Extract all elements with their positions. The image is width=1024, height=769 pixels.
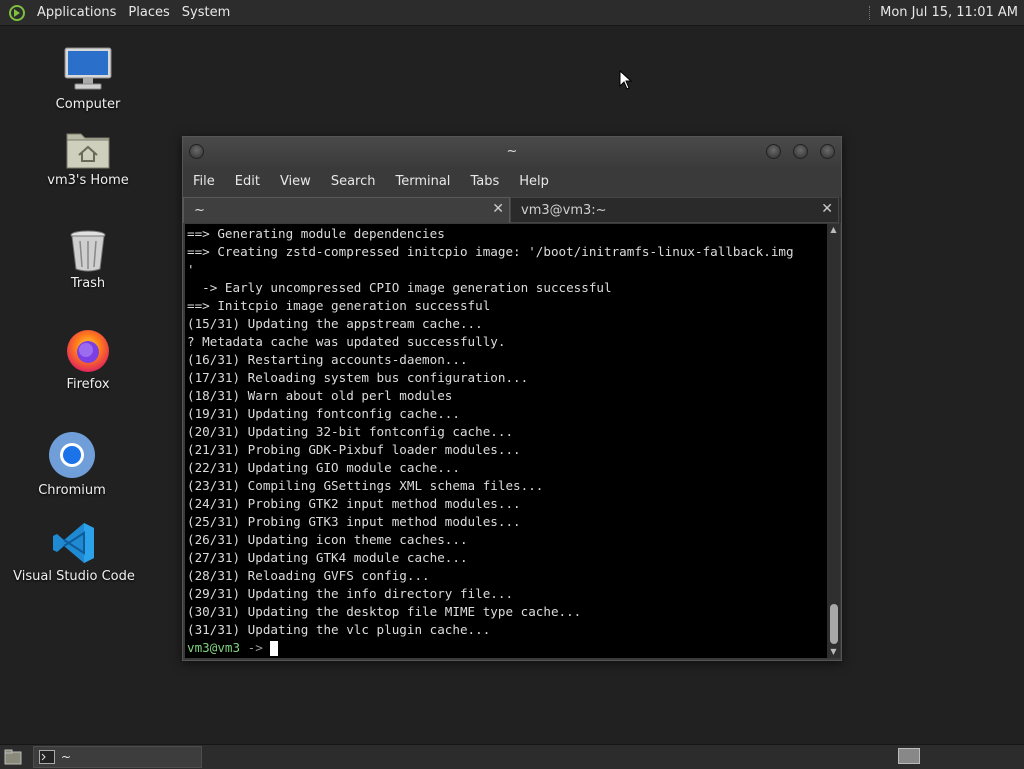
terminal-lines: ==> Generating module dependencies ==> Cr… [185,224,827,657]
distro-logo-icon[interactable] [9,4,25,21]
prompt-user: vm3@vm3 [187,640,241,655]
window-titlebar[interactable]: ~ [183,137,841,167]
clock[interactable]: Mon Jul 15, 11:01 AM [880,5,1018,20]
terminal-line: (26/31) Updating icon theme caches... [187,532,468,547]
top-panel: Applications Places System Mon Jul 15, 1… [0,0,1024,26]
terminal-line: ==> Creating zstd-compressed initcpio im… [187,244,794,259]
terminal-line: (31/31) Updating the vlc plugin cache... [187,622,491,637]
terminal-line: (20/31) Updating 32-bit fontconfig cache… [187,424,514,439]
top-right-area: Mon Jul 15, 11:01 AM [869,5,1024,20]
chromium-icon [49,432,95,478]
show-desktop-icon[interactable] [4,749,22,765]
desktop-icon-firefox[interactable]: Firefox [48,326,128,392]
prompt-arrow: -> [240,640,263,655]
applications-menu[interactable]: Applications [31,0,122,25]
terminal-line: (24/31) Probing GTK2 input method module… [187,496,521,511]
firefox-icon [67,330,109,372]
workspace-switcher[interactable] [898,748,920,764]
minimize-button[interactable] [766,144,781,159]
window-title: ~ [506,144,518,159]
menu-edit[interactable]: Edit [225,174,270,189]
terminal-tabbar: ~ ✕ vm3@vm3:~ ✕ [183,197,841,223]
trash-icon [70,230,106,272]
home-folder-icon [66,133,110,169]
terminal-line: (15/31) Updating the appstream cache... [187,316,483,331]
terminal-line: (25/31) Probing GTK3 input method module… [187,514,521,529]
terminal-line: (19/31) Updating fontconfig cache... [187,406,460,421]
terminal-line: (27/31) Updating GTK4 module cache... [187,550,468,565]
menu-search[interactable]: Search [321,174,386,189]
desktop-icon-home[interactable]: vm3's Home [47,128,129,188]
desktop-icon-label: Firefox [66,377,110,392]
desktop-icon-computer[interactable]: Computer [48,46,128,112]
taskbar-terminal-button[interactable]: ~ [33,746,202,768]
terminal-scrollbar[interactable]: ▲ ▼ [827,224,840,658]
text-cursor [270,640,279,656]
bottom-panel: ~ [0,744,1024,769]
tab-close-icon[interactable]: ✕ [492,201,504,217]
terminal-output[interactable]: ==> Generating module dependencies ==> Cr… [185,224,827,658]
tab-close-icon[interactable]: ✕ [821,201,833,217]
desktop-icon-vscode[interactable]: Visual Studio Code [13,520,135,584]
scroll-down-arrow-icon[interactable]: ▼ [827,646,840,658]
menu-view[interactable]: View [270,174,321,189]
terminal-line: -> Early uncompressed CPIO image generat… [187,280,612,295]
desktop-icon-trash[interactable]: Trash [48,229,128,291]
tab-home[interactable]: ~ ✕ [183,197,510,223]
terminal-icon [39,750,55,764]
places-menu[interactable]: Places [122,0,175,25]
tab-label: ~ [194,203,205,218]
desktop-icon-label: Trash [70,276,106,291]
terminal-line: ? Metadata cache was updated successfull… [187,334,506,349]
terminal-line: ' [187,262,195,277]
computer-icon [64,47,112,90]
terminal-line: (28/31) Reloading GVFS config... [187,568,430,583]
desktop-icon-label: vm3's Home [47,173,129,188]
maximize-button[interactable] [793,144,808,159]
terminal-window: ~ File Edit View Search Terminal Tabs He… [182,136,842,661]
menu-file[interactable]: File [183,174,225,189]
desktop-icon-label: Computer [55,97,121,112]
taskbar-task-label: ~ [61,750,72,764]
terminal-line: (16/31) Restarting accounts-daemon... [187,352,468,367]
terminal-menubar: File Edit View Search Terminal Tabs Help [183,167,841,195]
menu-terminal[interactable]: Terminal [385,174,460,189]
menu-help[interactable]: Help [509,174,559,189]
system-menu[interactable]: System [176,0,236,25]
desktop-icon-chromium[interactable]: Chromium [32,430,112,498]
terminal-line: (23/31) Compiling GSettings XML schema f… [187,478,544,493]
terminal-line: (21/31) Probing GDK-Pixbuf loader module… [187,442,521,457]
menu-tabs[interactable]: Tabs [460,174,509,189]
terminal-prompt[interactable]: vm3@vm3 -> [187,639,827,657]
terminal-line: ==> Generating module dependencies [187,226,445,241]
terminal-line: (29/31) Updating the info directory file… [187,586,514,601]
tab-vm3[interactable]: vm3@vm3:~ ✕ [510,197,839,223]
scroll-up-arrow-icon[interactable]: ▲ [827,224,840,236]
scrollbar-thumb[interactable] [830,604,838,644]
close-button[interactable] [820,144,835,159]
terminal-line: (18/31) Warn about old perl modules [187,388,453,403]
terminal-line: ==> Initcpio image generation successful [187,298,491,313]
terminal-line: (22/31) Updating GIO module cache... [187,460,460,475]
vscode-icon [53,523,94,563]
terminal-line: (30/31) Updating the desktop file MIME t… [187,604,582,619]
mouse-pointer-icon [619,70,633,90]
desktop-icon-label: Chromium [38,483,106,498]
panel-separator [869,5,872,20]
terminal-line: (17/31) Reloading system bus configurati… [187,370,529,385]
desktop-icon-label: Visual Studio Code [13,569,135,584]
tab-label: vm3@vm3:~ [521,202,607,218]
